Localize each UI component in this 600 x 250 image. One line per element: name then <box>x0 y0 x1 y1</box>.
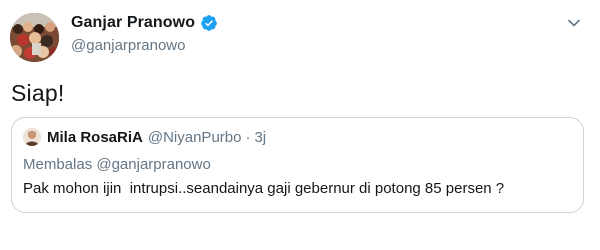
tweet: Ganjar Pranowo @ganjarpranowo Siap! Mila… <box>0 0 600 250</box>
author-display-name[interactable]: Ganjar Pranowo <box>71 14 195 32</box>
author-avatar[interactable] <box>10 13 59 62</box>
quoted-author-handle[interactable]: @NiyanPurbo <box>148 129 242 146</box>
quoted-tweet-header: Mila RosaRiA @NiyanPurbo · 3j <box>47 129 266 146</box>
author-handle[interactable]: @ganjarpranowo <box>71 37 185 54</box>
quoted-author-display-name[interactable]: Mila RosaRiA <box>47 129 143 146</box>
quoted-tweet-text: Pak mohon ijin intrupsi..seandainya gaji… <box>23 180 505 197</box>
quoted-author-avatar[interactable] <box>23 128 41 146</box>
quoted-tweet-card[interactable]: Mila RosaRiA @NiyanPurbo · 3j Membalas @… <box>11 117 584 213</box>
tweet-text: Siap! <box>11 80 65 106</box>
separator-dot: · <box>245 129 251 146</box>
verified-badge-icon <box>200 14 218 32</box>
quoted-tweet-time[interactable]: 3j <box>254 129 266 146</box>
chevron-down-icon[interactable] <box>566 15 582 31</box>
reply-context: Membalas @ganjarpranowo <box>23 156 211 173</box>
author-name-row: Ganjar Pranowo <box>71 14 218 32</box>
